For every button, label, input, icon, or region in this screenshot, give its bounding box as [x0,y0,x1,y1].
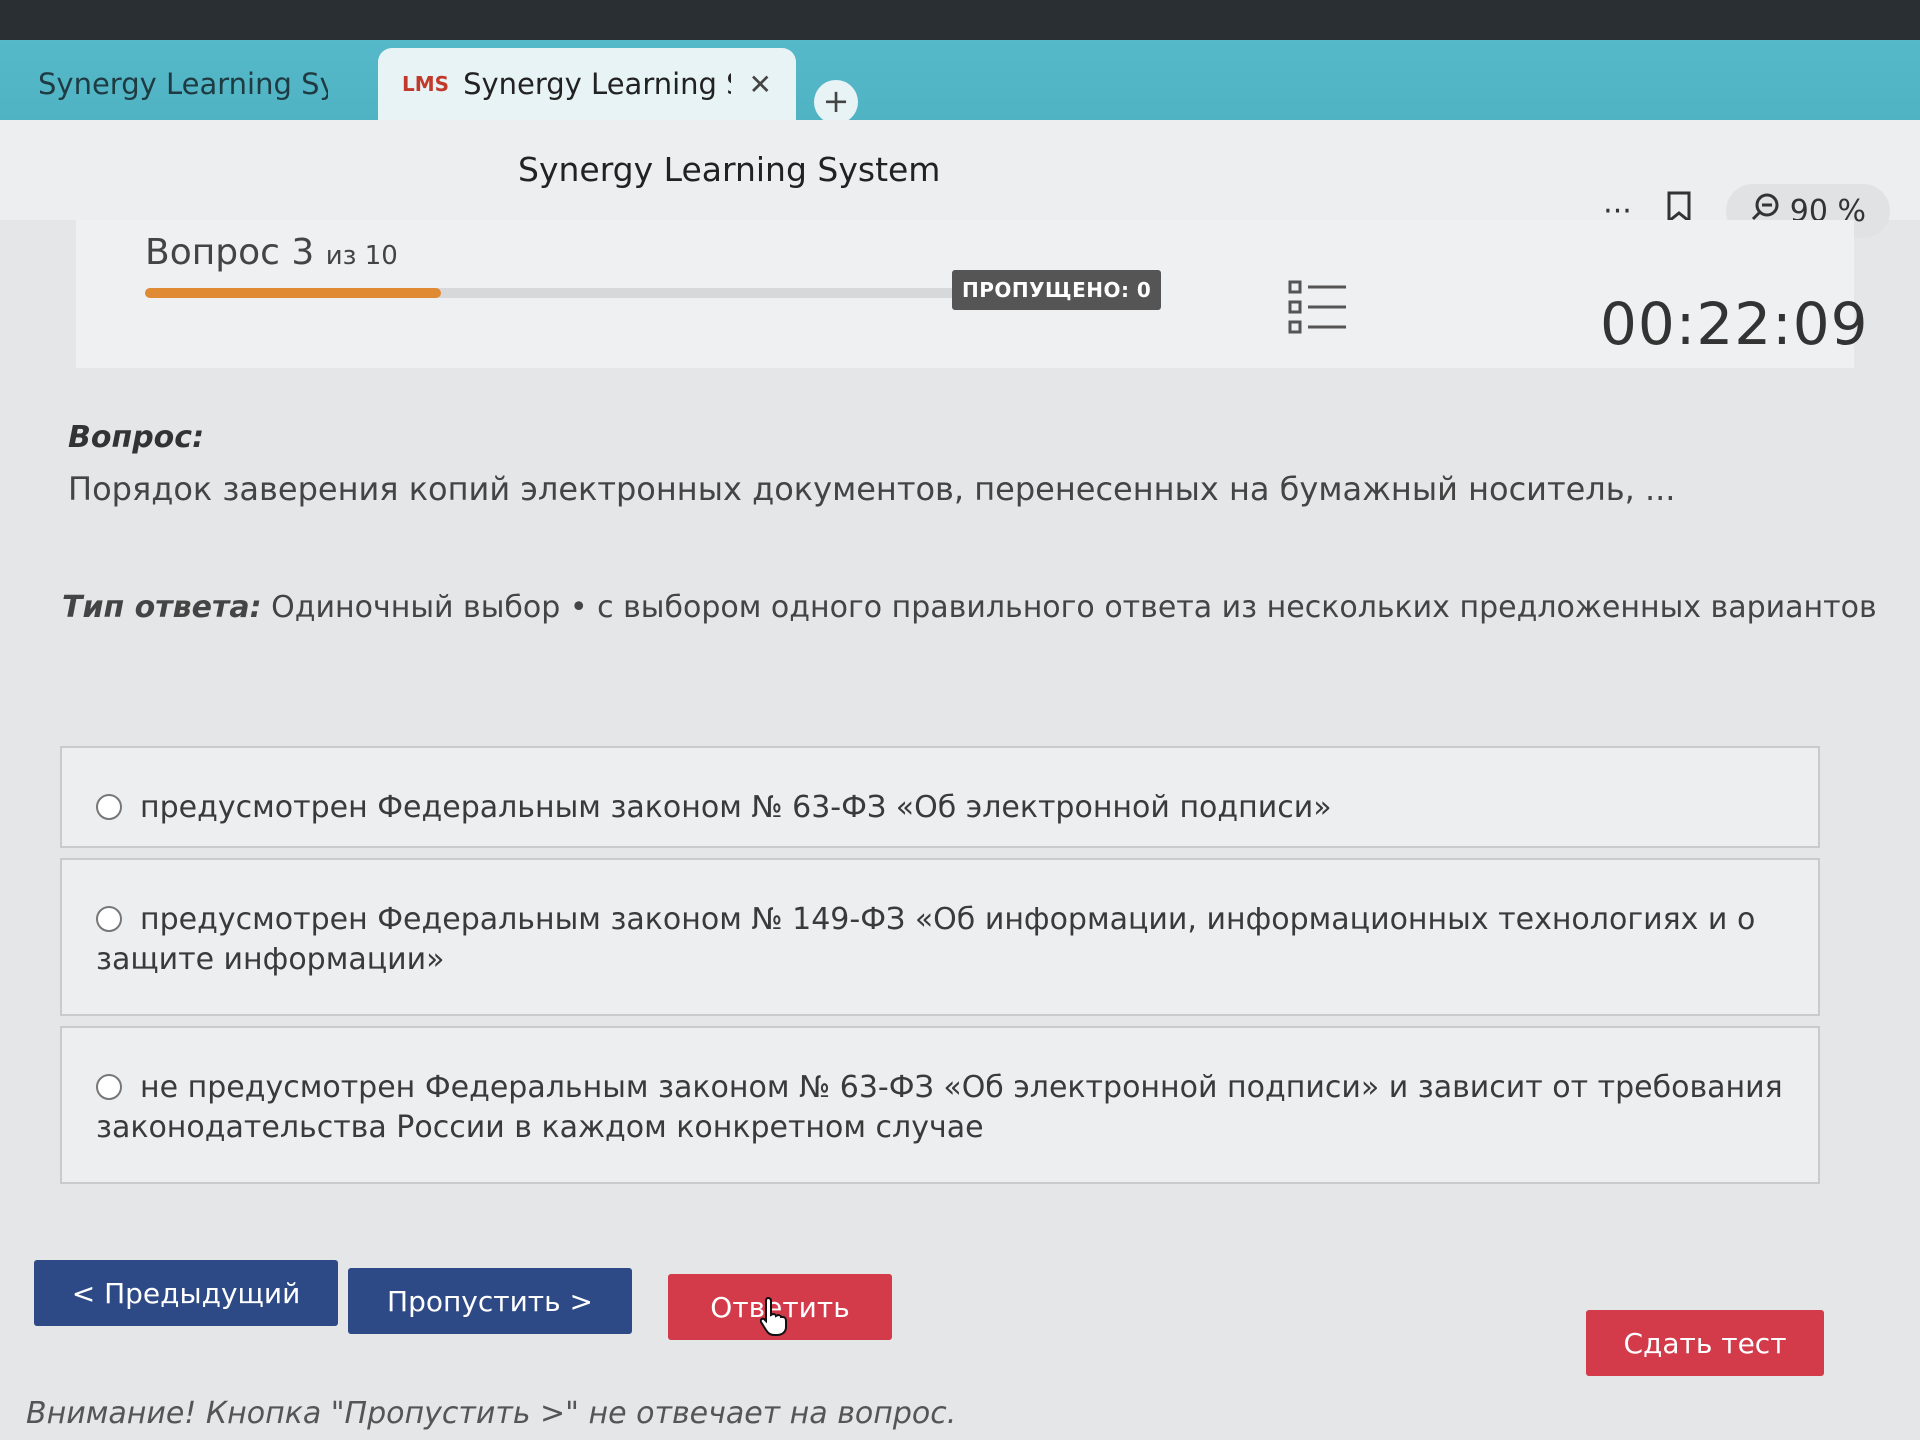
tab-label: Synergy Learning Syste [463,67,730,101]
question-list-icon[interactable] [1288,280,1348,340]
browser-tab-2[interactable]: LMS Synergy Learning Syste ✕ [378,48,796,120]
answer-options: предусмотрен Федеральным законом № 63-ФЗ… [60,746,1820,1194]
answer-type-label: Тип ответа: [62,590,262,625]
option-text: предусмотрен Федеральным законом № 149-Ф… [96,902,1756,977]
hand-cursor-icon [759,1296,788,1340]
lms-favicon-icon: LMS [402,72,450,96]
option-text: предусмотрен Федеральным законом № 63-ФЗ… [140,790,1332,825]
tab-label: Synergy Learning System [38,67,328,101]
close-tab-icon[interactable]: ✕ [749,68,772,101]
previous-button[interactable]: < Предыдущий [34,1260,338,1326]
question-number: Вопрос 3 [145,232,315,273]
question-total: из 10 [325,241,398,271]
site-title[interactable]: Synergy Learning System [518,150,940,189]
progress-fill [145,288,441,298]
answer-type: Тип ответа: Одиночный выбор • с выбором … [62,590,1882,625]
radio-button[interactable] [96,1074,122,1100]
skipped-badge: ПРОПУЩЕНО: 0 [952,270,1162,310]
submit-test-button[interactable]: Сдать тест [1586,1310,1824,1376]
new-tab-button[interactable]: + [814,80,858,124]
answer-option[interactable]: предусмотрен Федеральным законом № 63-ФЗ… [60,746,1820,848]
radio-button[interactable] [96,794,122,820]
radio-button[interactable] [96,906,122,932]
option-text: не предусмотрен Федеральным законом № 63… [96,1070,1783,1145]
answer-option[interactable]: предусмотрен Федеральным законом № 149-Ф… [60,858,1820,1016]
answer-type-value: Одиночный выбор • с выбором одного прави… [271,590,1877,625]
question-counter: Вопрос 3 из 10 [145,232,398,273]
skip-button[interactable]: Пропустить > [348,1268,632,1334]
warning-text: Внимание! Кнопка "Пропустить >" не отвеч… [26,1396,957,1431]
question-text: Порядок заверения копий электронных доку… [68,470,1676,508]
question-label: Вопрос: [68,420,205,455]
answer-option[interactable]: не предусмотрен Федеральным законом № 63… [60,1026,1820,1184]
browser-tab-1[interactable]: Synergy Learning System [0,48,370,120]
timer: 00:22:09 [1600,290,1869,358]
